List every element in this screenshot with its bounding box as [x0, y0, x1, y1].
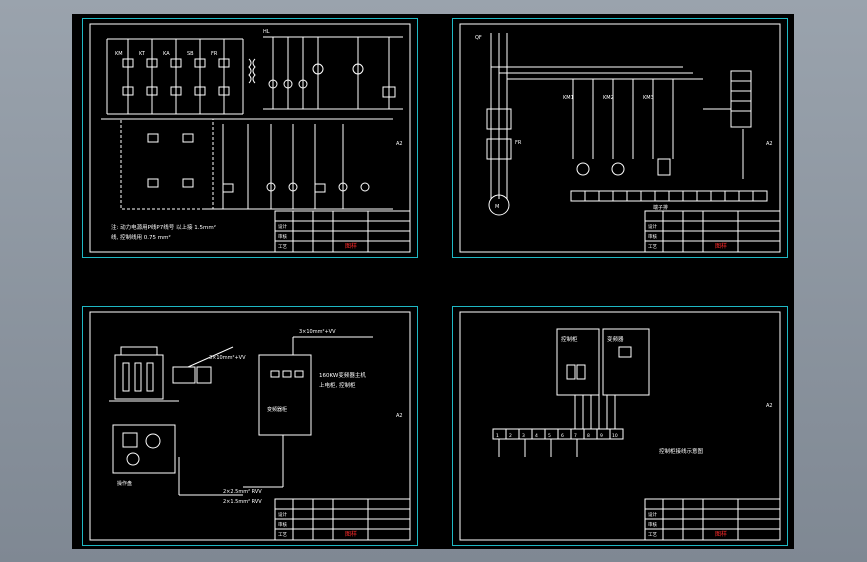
sheet-2-side-mark: A2 [766, 141, 773, 147]
sheet-3-tb-row-3: 工艺 [278, 532, 287, 538]
sheet-1-relay-label-4: SB [187, 51, 194, 57]
wiring-sheet-4[interactable]: 控制柜 变频器 控制柜接线示意图 1 2 3 4 5 6 7 8 9 10 A2… [452, 306, 788, 546]
sheet-4-terminal-2: 2 [509, 433, 512, 439]
sheet-1-relay-label-6: HL [263, 29, 270, 35]
sheet-2-relay-label-1: QF [475, 35, 482, 41]
sheet-2-relay-label-6: M [495, 204, 499, 210]
schematic-sheet-1[interactable]: KM KT KA SB FR HL 注: 动力电源用P线P7线号 以上接 1.5… [82, 18, 418, 258]
sheet-3-controller-text-2: 上电柜, 控制柜 [319, 381, 356, 389]
sheet-3-drawing: 3×10mm²+VV 3×10mm²+VV 160KW变频器主机 上电柜, 控制… [89, 311, 411, 541]
sheet-1-side-mark: A2 [396, 141, 403, 147]
sheet-4-terminal-7: 7 [574, 433, 577, 439]
sheet-1-relay-label-2: KT [139, 51, 146, 57]
sheet-3-side-mark: A2 [396, 413, 403, 419]
sheet-3-tb-row-2: 审核 [278, 521, 287, 528]
sheet-4-drawing: 控制柜 变频器 控制柜接线示意图 1 2 3 4 5 6 7 8 9 10 A2… [459, 311, 781, 541]
sheet-4-terminal-5: 5 [548, 433, 551, 439]
sheet-2-relay-label-3: KM2 [603, 95, 614, 101]
sheet-1-note-line-1: 注: 动力电源用P线P7线号 以上接 1.5mm² [111, 223, 216, 231]
sheet-2-tb-row-2: 审核 [648, 233, 657, 240]
sheet-4-stamp: 图样 [715, 530, 727, 538]
sheet-3-cable-label-2: 2×1.5mm² RVV [223, 499, 262, 505]
sheet-4-terminal-8: 8 [587, 433, 590, 439]
sheet-1-tb-row-2: 审核 [278, 233, 287, 240]
sheet-1-tb-row-1: 设计 [278, 223, 287, 230]
layout-sheet-3[interactable]: 3×10mm²+VV 3×10mm²+VV 160KW变频器主机 上电柜, 控制… [82, 306, 418, 546]
sheet-4-terminal-3: 3 [522, 433, 525, 439]
drawing-canvas: KM KT KA SB FR HL 注: 动力电源用P线P7线号 以上接 1.5… [72, 14, 794, 549]
sheet-3-cabinet-label: 变频器柜 [267, 406, 287, 413]
sheet-2-relay-label-2: KM1 [563, 95, 574, 101]
sheet-4-terminal-1: 1 [496, 433, 499, 439]
sheet-2-terminal-label: 端子排 [653, 204, 668, 211]
sheet-3-panel-text: 操作盘 [117, 480, 132, 487]
schematic-sheet-2[interactable]: QF KM1 KM2 KM3 FR M 端子排 A2 设计 审核 工艺 图样 [452, 18, 788, 258]
sheet-2-stamp: 图样 [715, 242, 727, 250]
sheet-1-relay-label-3: KA [163, 51, 170, 57]
sheet-3-power-label-top: 3×10mm²+VV [299, 329, 336, 335]
sheet-4-box-label-2: 变频器 [607, 335, 624, 343]
sheet-4-terminal-6: 6 [561, 433, 564, 439]
sheet-2-relay-label-5: FR [515, 140, 522, 146]
sheet-1-relay-label-1: KM [115, 51, 123, 57]
sheet-4-tb-row-3: 工艺 [648, 532, 657, 538]
sheet-1-tb-row-3: 工艺 [278, 244, 287, 250]
sheet-3-tb-row-1: 设计 [278, 511, 287, 518]
sheet-4-terminal-10: 10 [612, 433, 618, 439]
sheet-3-controller-text-1: 160KW变频器主机 [319, 371, 366, 379]
sheet-1-note-line-2: 线, 控制线用 0.75 mm² [111, 233, 171, 241]
sheet-4-side-mark: A2 [766, 403, 773, 409]
sheet-4-terminal-9: 9 [600, 433, 603, 439]
sheet-3-power-label-mid: 3×10mm²+VV [209, 355, 246, 361]
sheet-1-relay-label-5: FR [211, 51, 218, 57]
sheet-2-relay-label-4: KM3 [643, 95, 654, 101]
sheet-4-box-label: 控制柜 [561, 335, 578, 343]
sheet-1-drawing: KM KT KA SB FR HL 注: 动力电源用P线P7线号 以上接 1.5… [89, 23, 411, 253]
sheet-2-drawing: QF KM1 KM2 KM3 FR M 端子排 A2 设计 审核 工艺 图样 [459, 23, 781, 253]
sheet-2-tb-row-1: 设计 [648, 223, 657, 230]
sheet-4-terminal-4: 4 [535, 433, 538, 439]
sheet-4-tb-row-2: 审核 [648, 521, 657, 528]
sheet-3-cable-label-1: 2×2.5mm² RVV [223, 489, 262, 495]
sheet-3-stamp: 图样 [345, 530, 357, 538]
sheet-4-wiring-caption: 控制柜接线示意图 [659, 447, 704, 455]
sheet-2-tb-row-3: 工艺 [648, 244, 657, 250]
sheet-1-stamp: 图样 [345, 242, 357, 250]
sheet-4-tb-row-1: 设计 [648, 511, 657, 518]
